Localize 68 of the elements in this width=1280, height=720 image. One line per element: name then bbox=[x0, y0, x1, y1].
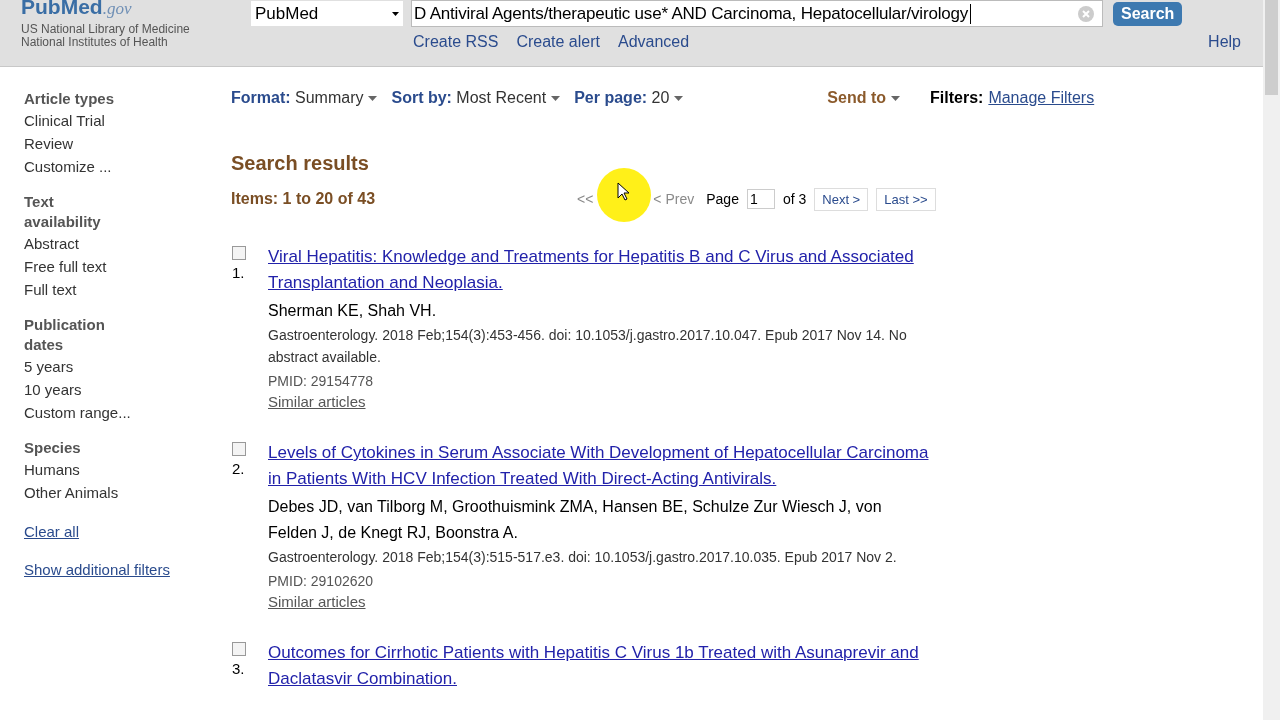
similar-articles-link[interactable]: Similar articles bbox=[268, 593, 366, 610]
article-pmid: PMID: 29154778 bbox=[268, 372, 375, 391]
result-number: 1. bbox=[232, 264, 245, 281]
page-total: of 3 bbox=[782, 191, 807, 207]
manage-filters-link[interactable]: Manage Filters bbox=[988, 89, 1095, 107]
filter-link[interactable]: Other Animals bbox=[24, 481, 231, 504]
database-select[interactable]: PubMed bbox=[251, 1, 403, 26]
result-number: 2. bbox=[232, 460, 245, 477]
clear-icon[interactable] bbox=[1078, 5, 1094, 22]
sidebar-link[interactable]: Clear all bbox=[24, 522, 231, 542]
search-button[interactable]: Search bbox=[1113, 1, 1183, 26]
result-checkbox[interactable] bbox=[232, 246, 246, 260]
scrollbar-thumb[interactable] bbox=[1265, 0, 1278, 95]
filter-link[interactable]: Abstract bbox=[24, 232, 231, 255]
article-title-link[interactable]: Viral Hepatitis: Knowledge and Treatments for Hepatitis B and C Virus and Associated Transplantation and Neoplasia. bbox=[268, 244, 933, 296]
scrollbar[interactable] bbox=[1263, 0, 1280, 720]
filter-group-title: Text availability bbox=[24, 192, 102, 232]
filter-link[interactable]: Full text bbox=[24, 278, 231, 301]
send-to-menu[interactable]: Send to bbox=[827, 89, 901, 107]
article-title-link[interactable]: Levels of Cytokines in Serum Associate With Development of Hepatocellular Carcinoma in Patients With HCV Infection Treated With Direct-Acting Antivirals. bbox=[268, 440, 933, 492]
result-checkbox[interactable] bbox=[232, 442, 246, 456]
caret-icon bbox=[891, 96, 901, 102]
organization-name: National Institutes of Health bbox=[21, 36, 169, 49]
header-link[interactable]: Advanced bbox=[617, 33, 690, 51]
filter-group-title: Publication dates bbox=[24, 315, 106, 355]
filter-link[interactable]: Custom range... bbox=[24, 401, 231, 424]
page-field[interactable]: 1 bbox=[746, 189, 775, 209]
filter-link[interactable]: Humans bbox=[24, 458, 231, 481]
result-number: 3. bbox=[232, 660, 245, 677]
display-option[interactable]: Format: Summary bbox=[231, 89, 378, 107]
next-page-button[interactable]: Next > bbox=[814, 187, 869, 211]
filter-link[interactable]: Clinical Trial bbox=[24, 109, 231, 132]
organization-name: US National Library of Medicine bbox=[21, 23, 191, 36]
result-count: Items: 1 to 20 of 43 bbox=[231, 190, 377, 208]
caret-icon bbox=[551, 96, 561, 102]
filter-link[interactable]: Review bbox=[24, 132, 231, 155]
filter-link[interactable]: 10 years bbox=[24, 378, 231, 401]
sidebar-link[interactable]: Show additional filters bbox=[24, 560, 231, 580]
filters-label: Filters: bbox=[930, 89, 984, 107]
cursor-icon bbox=[617, 181, 629, 201]
cursor-highlight bbox=[597, 167, 651, 222]
article-title-link[interactable]: Outcomes for Cirrhotic Patients with Hepatitis C Virus 1b Treated with Asunaprevir and Daclatasvir Combination. bbox=[268, 640, 933, 692]
header-link[interactable]: Create RSS bbox=[413, 33, 499, 51]
article-citation: Gastroenterology. 2018 Feb;154(3):453-456. doi: 10.1053/j.gastro.2017.10.047. Epub 2017 Nov 14. No abstract available. bbox=[268, 326, 908, 367]
result-checkbox[interactable] bbox=[232, 642, 246, 656]
filter-group-title: Species bbox=[24, 438, 82, 458]
page-label: Page bbox=[706, 191, 739, 207]
first-page-link[interactable]: << bbox=[577, 191, 594, 207]
filter-group-title: Article types bbox=[24, 89, 116, 109]
article-citation: Gastroenterology. 2018 Feb;154(3):515-517.e3. doi: 10.1053/j.gastro.2017.10.035. Epub 2017 Nov 2. bbox=[268, 548, 898, 567]
caret-icon bbox=[368, 96, 378, 102]
filter-link[interactable]: Free full text bbox=[24, 255, 231, 278]
article-authors: Debes JD, van Tilborg M, Groothuismink ZMA, Hansen BE, Schulze Zur Wiesch J, von Felden J, de Knegt RJ, Boonstra A. bbox=[268, 497, 883, 543]
filter-link[interactable]: 5 years bbox=[24, 355, 231, 378]
search-field[interactable]: D Antiviral Agents/therapeutic use* AND Carcinoma, Hepatocellular/virology bbox=[411, 0, 1103, 27]
article-authors: Sherman KE, Shah VH. bbox=[268, 301, 438, 321]
similar-articles-link[interactable]: Similar articles bbox=[268, 393, 366, 410]
results-heading: Search results bbox=[231, 152, 370, 175]
help-link[interactable]: Help bbox=[1208, 33, 1241, 51]
display-option[interactable]: Per page: 20 bbox=[574, 89, 684, 107]
caret-icon bbox=[674, 96, 684, 102]
filter-link[interactable]: Customize ... bbox=[24, 155, 231, 178]
previous-page-link[interactable]: < Prev bbox=[653, 191, 695, 207]
last-page-button[interactable]: Last >> bbox=[876, 187, 936, 211]
caret-icon bbox=[392, 11, 399, 16]
article-pmid: PMID: 29102620 bbox=[268, 572, 375, 591]
header-link[interactable]: Create alert bbox=[516, 33, 600, 51]
display-option[interactable]: Sort by: Most Recent bbox=[391, 89, 561, 107]
